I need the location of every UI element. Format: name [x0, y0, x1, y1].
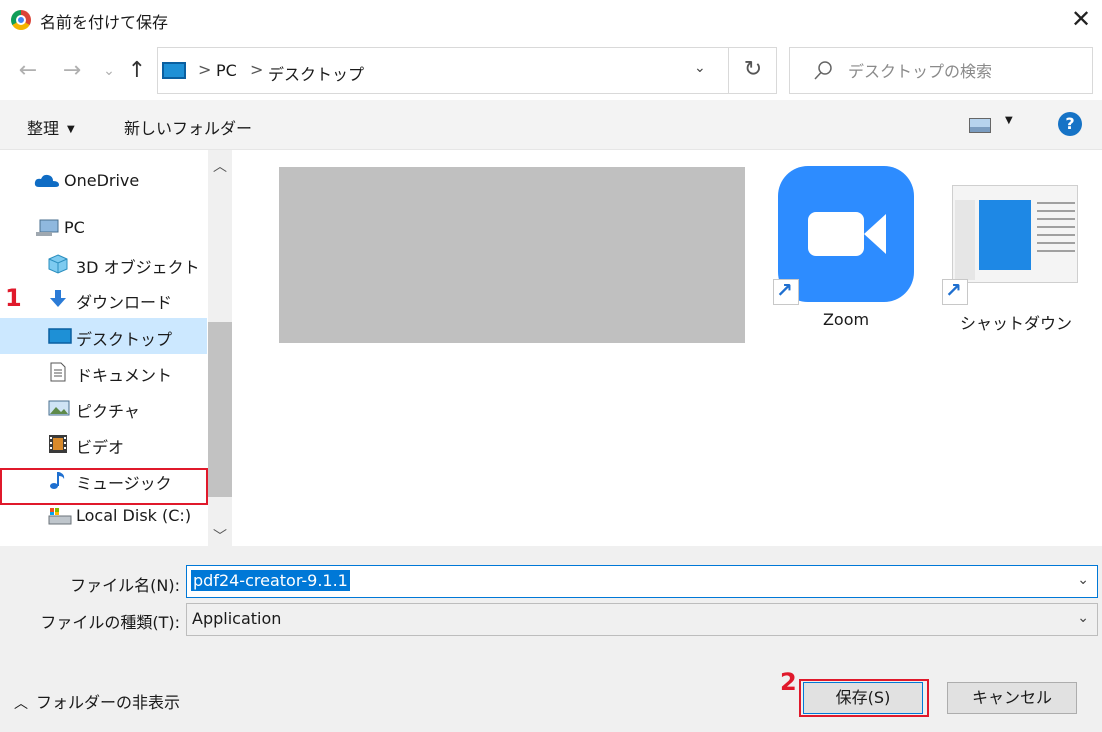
thumbnail-line	[1037, 210, 1075, 212]
chevron-up-icon: ︿	[14, 696, 28, 712]
sidebar-item-label: デスクトップ	[76, 330, 173, 349]
pictures-icon	[48, 400, 70, 416]
sidebar-item-desktop[interactable]: デスクトップ	[0, 318, 207, 354]
view-options-icon[interactable]	[969, 118, 991, 133]
close-icon[interactable]: ✕	[1066, 4, 1096, 34]
breadcrumb-separator-icon: >	[250, 60, 264, 79]
shortcut-arrow-icon	[773, 278, 799, 305]
sidebar-item-label: 3D オブジェクト	[76, 258, 200, 277]
sidebar-item-downloads[interactable]: ダウンロード	[0, 281, 207, 317]
up-button[interactable]: ↑	[124, 58, 150, 84]
camera-icon	[808, 212, 864, 256]
window-title: 名前を付けて保存	[40, 13, 169, 32]
sidebar-item-label: ビデオ	[76, 438, 125, 457]
sidebar-scrollbar[interactable]: ︿ ﹀	[208, 150, 232, 546]
sidebar-item-label: PC	[64, 218, 85, 237]
scroll-down-icon[interactable]: ﹀	[208, 526, 232, 546]
filename-field[interactable]: pdf24-creator-9.1.1 ⌄	[186, 565, 1098, 598]
refresh-icon[interactable]: ↻	[738, 57, 768, 82]
recent-locations-button[interactable]: ⌄	[96, 58, 122, 84]
forward-button[interactable]: →	[59, 58, 85, 84]
breadcrumb-desktop[interactable]: デスクトップ	[268, 61, 364, 85]
thumbnail-line	[1037, 226, 1075, 228]
thumbnail-image	[979, 200, 1031, 270]
search-box[interactable]	[789, 47, 1093, 94]
navigation-bar: ← → ⌄ ↑ > PC > デスクトップ ⌄ ↻	[0, 40, 1102, 100]
search-input[interactable]	[848, 58, 1078, 84]
filetype-value: Application	[192, 609, 282, 628]
caret-down-icon[interactable]: ▼	[1005, 115, 1013, 126]
thumbnail-line	[1037, 242, 1075, 244]
title-bar: 名前を付けて保存 ✕	[0, 0, 1102, 40]
thumbnail-line	[1037, 250, 1075, 252]
filetype-label: ファイルの種類(T):	[40, 613, 180, 632]
hide-folders-toggle[interactable]: ︿ フォルダーの非表示	[14, 689, 180, 713]
address-dropdown-icon[interactable]: ⌄	[694, 60, 706, 76]
shortcut-arrow-icon	[942, 278, 968, 305]
organize-label: 整理	[27, 119, 60, 138]
chevron-down-icon[interactable]: ⌄	[1077, 610, 1089, 626]
step-1-label: 1	[5, 284, 22, 312]
breadcrumb-pc[interactable]: PC	[216, 61, 237, 80]
step-1-highlight	[0, 468, 208, 505]
command-bar: 整理 ▼ 新しいフォルダー ▼ ?	[0, 100, 1102, 150]
redacted-area	[279, 167, 745, 343]
file-label: シャットダウン	[959, 314, 1072, 333]
camera-lens-icon	[864, 214, 886, 254]
pc-icon	[36, 219, 59, 236]
sidebar-item-label: ドキュメント	[76, 366, 173, 385]
sidebar-item-label: ピクチャ	[76, 402, 140, 421]
step-2-highlight	[799, 679, 929, 717]
hide-folders-label: フォルダーの非表示	[36, 693, 181, 712]
caret-down-icon: ▼	[67, 124, 75, 135]
sidebar-item-3d-objects[interactable]: 3D オブジェクト	[0, 246, 207, 282]
new-folder-button[interactable]: 新しいフォルダー	[124, 115, 252, 139]
navigation-pane: OneDrive PC 3D オブジェクト ダウンロード デスクトップ ドキュメ…	[0, 150, 232, 546]
thumbnail-line	[1037, 234, 1075, 236]
desktop-icon	[162, 62, 186, 79]
filename-label: ファイル名(N):	[70, 576, 180, 595]
thumbnail-sidebar	[955, 200, 975, 280]
sidebar-item-label: Local Disk (C:)	[76, 506, 192, 525]
scroll-up-icon[interactable]: ︿	[208, 156, 232, 176]
help-icon[interactable]: ?	[1058, 112, 1082, 136]
scrollbar-thumb[interactable]	[208, 322, 232, 497]
search-icon	[814, 61, 832, 80]
save-form: ファイル名(N): pdf24-creator-9.1.1 ⌄ ファイルの種類(…	[0, 546, 1102, 732]
shutdown-thumbnail[interactable]	[952, 185, 1078, 283]
sidebar-item-videos[interactable]: ビデオ	[0, 426, 207, 462]
download-icon	[50, 290, 66, 307]
sidebar-item-label: OneDrive	[64, 171, 140, 190]
breadcrumb-separator-icon: >	[198, 60, 212, 79]
file-label: Zoom	[822, 310, 870, 329]
onedrive-icon	[34, 174, 59, 187]
cancel-button[interactable]: キャンセル	[947, 682, 1077, 714]
thumbnail-line	[1037, 202, 1075, 204]
chevron-down-icon[interactable]: ⌄	[1077, 572, 1089, 588]
divider	[728, 48, 729, 93]
desktop-icon	[48, 328, 72, 344]
sidebar-item-label: ダウンロード	[76, 293, 173, 312]
documents-icon	[50, 362, 66, 382]
filetype-select[interactable]: Application ⌄	[186, 603, 1098, 636]
sidebar-item-documents[interactable]: ドキュメント	[0, 354, 207, 390]
filename-input[interactable]: pdf24-creator-9.1.1	[191, 570, 350, 591]
3d-objects-icon	[48, 254, 68, 274]
step-2-label: 2	[780, 668, 797, 696]
thumbnail-line	[1037, 218, 1075, 220]
local-disk-icon	[48, 508, 72, 525]
sidebar-item-onedrive[interactable]: OneDrive	[0, 163, 207, 199]
sidebar-item-pictures[interactable]: ピクチャ	[0, 390, 207, 426]
file-view: Zoom シャットダウン	[232, 150, 1102, 546]
chrome-icon	[11, 10, 31, 30]
organize-menu[interactable]: 整理 ▼	[27, 115, 75, 139]
back-button[interactable]: ←	[15, 58, 41, 84]
video-icon	[49, 435, 67, 453]
address-bar[interactable]: > PC > デスクトップ ⌄ ↻	[157, 47, 777, 94]
sidebar-item-pc[interactable]: PC	[0, 210, 207, 246]
